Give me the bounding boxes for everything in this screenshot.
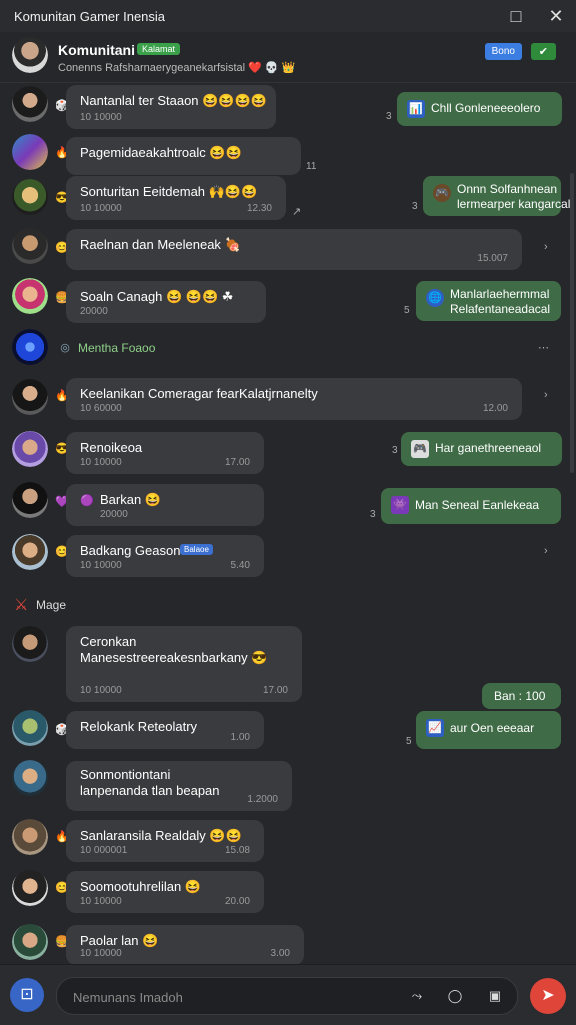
- mage-icon: ⚔: [14, 597, 29, 614]
- outgoing-message[interactable]: Ban : 100: [482, 683, 561, 709]
- read-count: 11: [306, 161, 317, 172]
- status-icon: ◎: [60, 342, 70, 354]
- message-input-wrapper[interactable]: ⤳ ◯ ▣: [56, 977, 518, 1015]
- status-icon: 🟣: [80, 495, 94, 507]
- message-bubble[interactable]: Nantanlal ter Staaon 😆😆😆😆 10 10000: [66, 85, 276, 129]
- header-button[interactable]: Bono: [484, 43, 522, 60]
- outgoing-message[interactable]: 🎮 Onnn Solfanhnean lermearper kangarcal: [423, 176, 570, 216]
- read-count: 3: [412, 201, 418, 212]
- outgoing-message[interactable]: 📊 Chll Gonleneeeolero: [397, 92, 562, 126]
- avatar[interactable]: [12, 134, 48, 170]
- window-title: Komunitan Gamer Inensia: [14, 8, 166, 24]
- avatar[interactable]: [12, 379, 48, 415]
- message-bubble[interactable]: Sonmontiontani lanpenanda tlan beapan 1.…: [66, 761, 292, 811]
- chat-header: Komunitani Kalamat Conenns Rafsharnaeryg…: [0, 32, 576, 83]
- avatar[interactable]: [12, 924, 48, 960]
- read-count: 3: [392, 445, 398, 456]
- group-tag: Kalamat: [137, 43, 181, 55]
- read-count: 3: [386, 111, 392, 122]
- maximize-icon[interactable]: □: [496, 0, 536, 32]
- message-bubble[interactable]: Badkang Geason 10 10000 5.40: [66, 535, 264, 577]
- outgoing-message[interactable]: 📈 aur Oen eeeaar: [416, 711, 561, 749]
- gamepad-icon: 📊: [407, 100, 425, 118]
- avatar[interactable]: [12, 329, 48, 365]
- reply-icon[interactable]: ›: [544, 241, 548, 253]
- read-count: 5: [406, 736, 412, 747]
- title-bar: Komunitan Gamer Inensia □ ✕: [0, 0, 576, 33]
- avatar[interactable]: [12, 179, 48, 215]
- outgoing-message[interactable]: 🌐 Manlarlaehermmal Relafentaneadacal: [416, 281, 561, 321]
- message-bubble[interactable]: Renoikeoa 10 10000 17.00: [66, 432, 264, 474]
- read-count: 3: [370, 509, 376, 520]
- reply-icon[interactable]: ›: [544, 389, 548, 401]
- forward-icon[interactable]: ↗: [292, 205, 301, 218]
- message-input[interactable]: [71, 986, 405, 1008]
- message-text: Mentha Foaoo: [78, 341, 156, 355]
- avatar[interactable]: [12, 431, 48, 467]
- message-bubble[interactable]: Soomootuhrelilan 😆 10 10000 20.00: [66, 871, 264, 913]
- voice-icon[interactable]: ◯: [445, 986, 465, 1006]
- format-icon[interactable]: ⤳: [407, 986, 427, 1006]
- scrollbar[interactable]: [570, 173, 574, 473]
- avatar[interactable]: [12, 278, 48, 314]
- composer: ⊡ ⤳ ◯ ▣ ➤: [0, 964, 576, 1025]
- message-bubble[interactable]: Sanlaransila Realdaly 😆😆 10 000001 15.08: [66, 820, 264, 862]
- close-icon[interactable]: ✕: [536, 0, 576, 32]
- avatar[interactable]: [12, 710, 48, 746]
- more-icon[interactable]: ⋯: [538, 341, 549, 354]
- avatar[interactable]: [12, 86, 48, 122]
- chart-icon: 📈: [426, 719, 444, 737]
- avatar[interactable]: [12, 626, 48, 662]
- check-button[interactable]: ✔: [530, 43, 556, 60]
- read-count: 5: [404, 305, 410, 316]
- group-name[interactable]: Komunitani: [58, 42, 135, 58]
- outgoing-message[interactable]: 🎮 Har ganethreeneaol: [401, 432, 562, 466]
- controller-icon: 👾: [391, 496, 409, 514]
- message-bubble[interactable]: Relokank Reteolatry 1.00: [66, 711, 264, 749]
- message-bubble[interactable]: Raelnan dan Meeleneak 🍖 15.007: [66, 229, 522, 270]
- send-button[interactable]: ➤: [530, 978, 566, 1014]
- attach-icon[interactable]: ⊡: [10, 978, 44, 1012]
- sticker-icon[interactable]: ▣: [485, 986, 505, 1006]
- group-avatar[interactable]: [12, 37, 48, 73]
- message-bubble[interactable]: Keelanikan Comeragar fearKalatjrnanelty …: [66, 378, 522, 420]
- avatar[interactable]: [12, 870, 48, 906]
- message-bubble[interactable]: Pagemidaeakahtroalc 😆😆: [66, 137, 301, 175]
- avatar[interactable]: [12, 482, 48, 518]
- avatar[interactable]: [12, 760, 48, 796]
- outgoing-message[interactable]: 👾 Man Seneal Eanlekeaa: [381, 488, 561, 524]
- message-bubble[interactable]: Ceronkan Manesestreereakesnbarkany 😎 10 …: [66, 626, 302, 702]
- message-feed[interactable]: 🎲 Nantanlal ter Staaon 😆😆😆😆 10 10000 3 📊…: [0, 83, 576, 964]
- globe-icon: 🌐: [426, 289, 444, 307]
- status-badge: Balaoe: [180, 544, 213, 555]
- message-bubble[interactable]: Sonturitan Eeitdemah 🙌😆😆 10 10000 12.30: [66, 176, 286, 220]
- message-bubble[interactable]: Paolar lan 😆 10 10000 3.00: [66, 925, 304, 964]
- avatar[interactable]: [12, 228, 48, 264]
- group-subtitle: Conenns Rafsharnaerygeanekarfsistal ❤️ 💀…: [58, 62, 296, 74]
- game-icon: 🎮: [411, 440, 429, 458]
- avatar[interactable]: [12, 534, 48, 570]
- avatar[interactable]: [12, 819, 48, 855]
- reply-icon[interactable]: ›: [544, 545, 548, 557]
- message-bubble[interactable]: 🟣 Barkan 😆 20000: [66, 484, 264, 526]
- message-bubble[interactable]: Soaln Canagh 😆 😆😆 ☘ 20000: [66, 281, 266, 323]
- section-divider: Mage: [36, 598, 67, 612]
- avatar-icon: 🎮: [433, 184, 451, 202]
